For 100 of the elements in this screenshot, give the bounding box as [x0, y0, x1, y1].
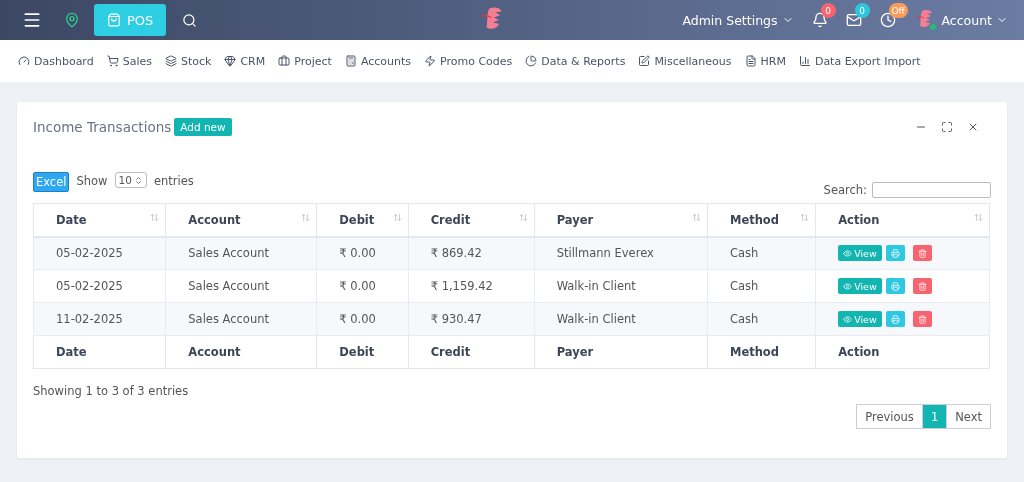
table-cell: ₹ 1,159.42 — [408, 269, 535, 303]
column-footer: Method — [707, 335, 816, 369]
column-header[interactable]: Payer — [534, 203, 708, 237]
nav-link[interactable]: Data & Reports — [525, 54, 626, 68]
search-icon[interactable] — [182, 12, 198, 28]
table-cell: 05-02-2025 — [33, 269, 166, 303]
page-button[interactable]: Next — [946, 404, 991, 429]
count-badge: Off — [888, 3, 908, 18]
print-button[interactable] — [885, 311, 905, 327]
sort-icon[interactable] — [974, 213, 983, 222]
column-header[interactable]: Debit — [316, 203, 409, 237]
count-badge: 0 — [820, 3, 836, 18]
clock-icon[interactable] — [879, 12, 896, 28]
sort-icon[interactable] — [301, 213, 311, 222]
edit-icon — [638, 55, 651, 67]
column-header[interactable]: Credit — [408, 203, 535, 237]
column-header[interactable]: Date — [33, 203, 166, 237]
pie-icon — [525, 55, 538, 67]
bell-icon[interactable] — [811, 12, 828, 28]
table-cell: Walk-in Client — [534, 269, 708, 303]
admin-settings-menu[interactable]: Admin Settings — [682, 12, 794, 28]
table-cell: Walk-in Client — [534, 302, 708, 336]
delete-button[interactable] — [912, 278, 932, 294]
nav-link[interactable]: Data Export Import — [798, 54, 921, 68]
gauge-icon — [18, 55, 30, 67]
nav-link[interactable]: Miscellaneous — [638, 54, 732, 68]
page-button[interactable]: Previous — [856, 404, 923, 429]
entries-label: entries — [153, 174, 194, 188]
table-cell: Stillmann Everex — [534, 236, 708, 270]
location-pin-icon[interactable] — [64, 12, 80, 28]
close-icon[interactable] — [967, 121, 979, 133]
column-footer: Date — [33, 335, 166, 369]
page-size-select[interactable]: 10 — [114, 172, 147, 188]
nav-link[interactable]: Project — [278, 54, 332, 68]
column-footer: Account — [165, 335, 317, 369]
ledger-icon — [344, 55, 357, 67]
briefcase-icon — [278, 55, 291, 67]
delete-button[interactable] — [912, 245, 932, 262]
nav-link[interactable]: Promo Codes — [424, 54, 513, 68]
nav-link[interactable]: Stock — [164, 54, 212, 68]
sort-icon[interactable] — [518, 213, 528, 222]
nav-link[interactable]: Accounts — [344, 54, 412, 68]
nav-link[interactable]: HRM — [744, 54, 786, 68]
printer-icon — [890, 248, 900, 258]
table-cell: ₹ 930.47 — [408, 302, 535, 336]
sort-icon[interactable] — [800, 213, 810, 222]
table-cell: 05-02-2025 — [33, 236, 166, 270]
cart-icon — [106, 55, 119, 67]
printer-icon — [890, 281, 900, 291]
column-header[interactable]: Method — [707, 203, 816, 237]
column-header[interactable]: Account — [165, 203, 317, 237]
sort-icon[interactable] — [691, 213, 701, 222]
trash-icon — [917, 314, 927, 324]
eye-icon — [843, 281, 853, 291]
trash-icon — [917, 281, 927, 291]
eye-icon — [843, 248, 853, 258]
table-cell: ₹ 869.42 — [408, 236, 535, 270]
column-footer: Payer — [534, 335, 708, 369]
nav-link[interactable]: CRM — [224, 54, 266, 68]
entries-info: Showing 1 to 3 of 3 entries — [33, 384, 189, 400]
card-title: Income Transactions — [33, 119, 172, 135]
gem-icon — [224, 55, 237, 67]
zap-icon — [424, 55, 437, 67]
table-cell: Cash — [707, 302, 816, 336]
column-footer: Debit — [316, 335, 409, 369]
layers-icon — [164, 55, 177, 67]
account-menu[interactable]: Account — [941, 12, 1008, 28]
column-footer: Action — [815, 335, 990, 369]
print-button[interactable] — [885, 278, 905, 294]
column-header[interactable]: Action — [815, 203, 990, 237]
menu-icon[interactable] — [22, 10, 42, 30]
search-label: Search: — [823, 183, 867, 197]
delete-button[interactable] — [912, 311, 932, 327]
nav-link[interactable]: Sales — [106, 54, 152, 68]
nav-link[interactable]: Dashboard — [18, 54, 94, 68]
print-button[interactable] — [885, 245, 905, 262]
table-cell: 11-02-2025 — [33, 302, 166, 336]
count-badge: 0 — [854, 3, 870, 18]
fullscreen-icon[interactable] — [941, 121, 953, 133]
table-cell: Cash — [707, 269, 816, 303]
mail-icon[interactable] — [845, 12, 862, 28]
printer-icon — [890, 314, 900, 324]
shopping-bag-icon — [107, 13, 121, 27]
search-field[interactable] — [872, 182, 991, 198]
table-cell: Sales Account — [165, 236, 317, 270]
table-cell: ₹ 0.00 — [316, 236, 409, 270]
column-footer: Credit — [408, 335, 535, 369]
chart-icon — [798, 55, 811, 67]
table-cell: Cash — [707, 236, 816, 270]
show-label: Show — [76, 174, 108, 188]
updown-icon — [133, 175, 143, 185]
sort-icon[interactable] — [392, 213, 402, 222]
eye-icon — [843, 314, 853, 324]
table-cell: ₹ 0.00 — [316, 302, 409, 336]
trash-icon — [917, 248, 927, 258]
table-cell: ₹ 0.00 — [316, 269, 409, 303]
table-cell: Sales Account — [165, 269, 317, 303]
table-cell: Sales Account — [165, 302, 317, 336]
file-icon — [744, 55, 757, 67]
sort-icon[interactable] — [150, 213, 160, 222]
